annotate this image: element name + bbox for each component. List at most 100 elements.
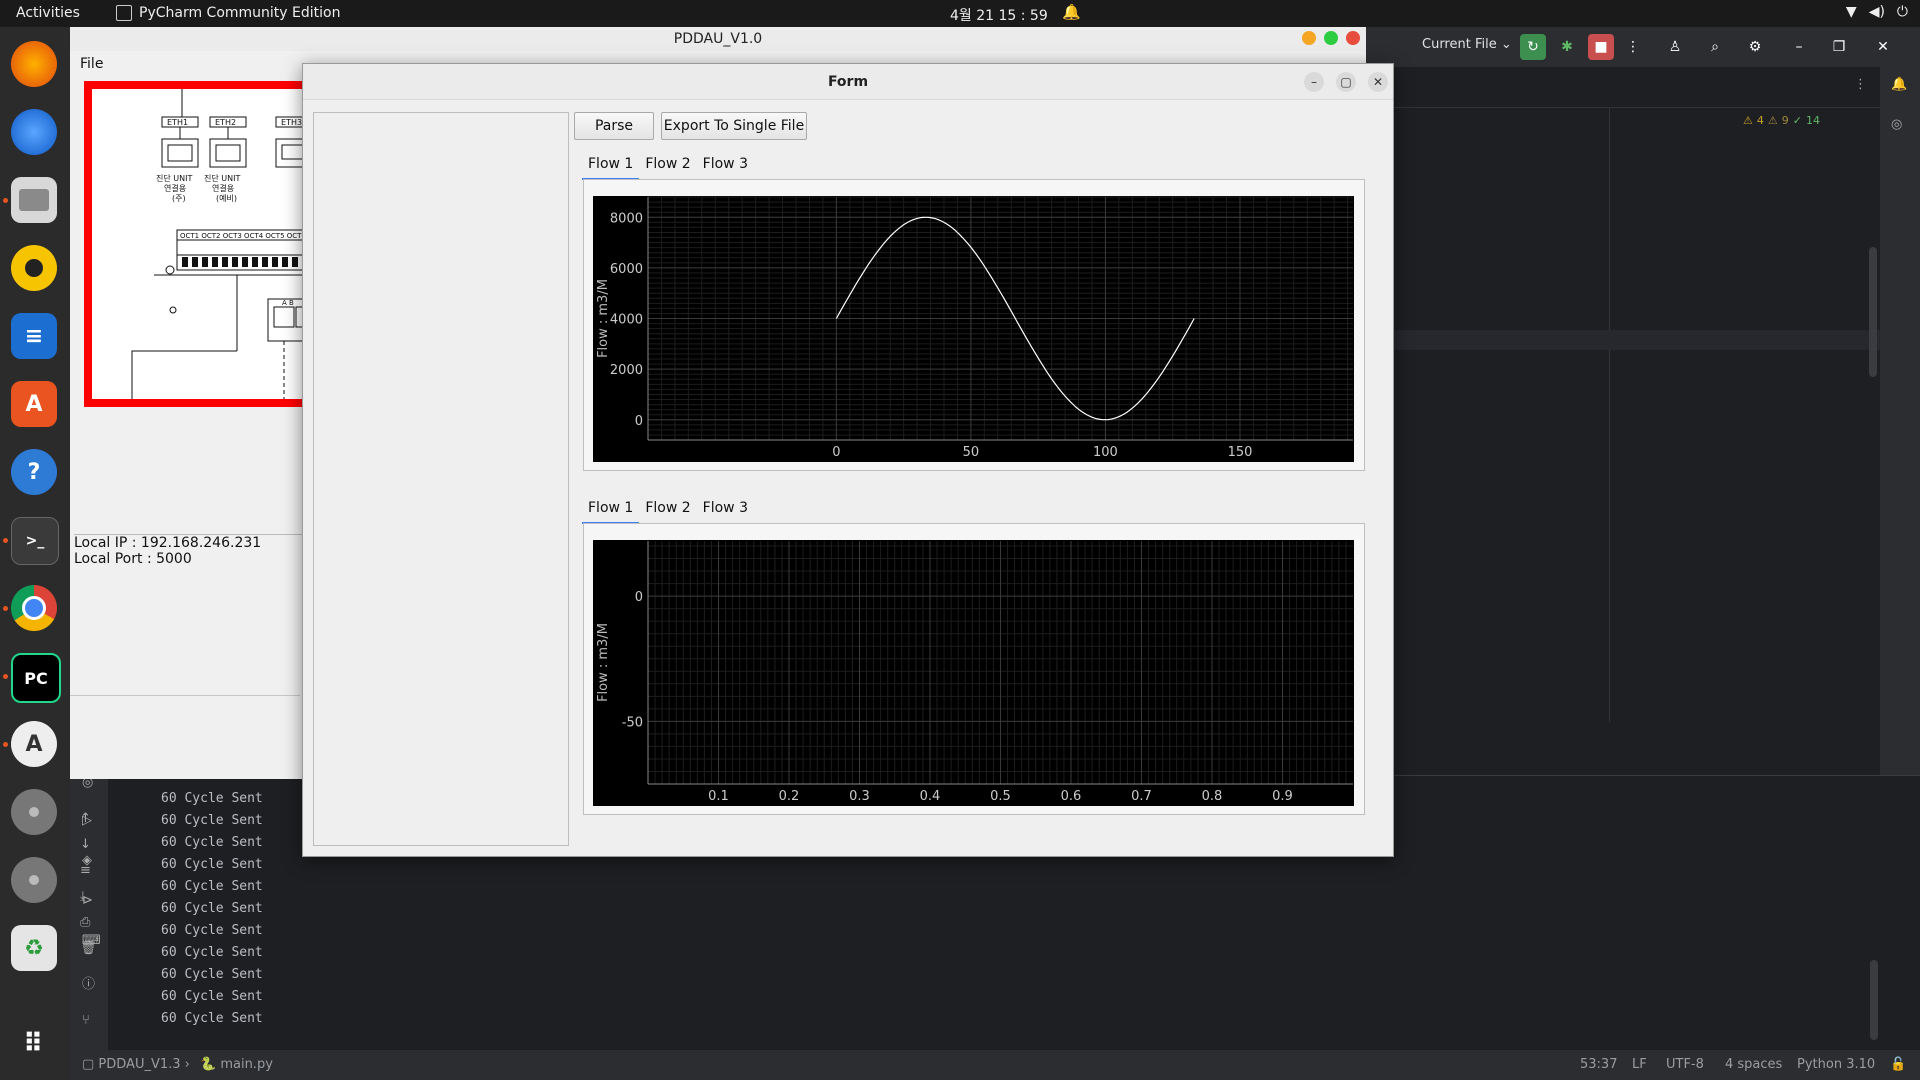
status-project[interactable]: ▢ PDDAU_V1.3 ›: [82, 1057, 190, 1072]
firefox-icon[interactable]: [11, 41, 57, 87]
pddau-divider: [70, 695, 300, 696]
writer-icon[interactable]: ≡: [11, 313, 57, 359]
close-icon[interactable]: ✕: [1368, 72, 1388, 92]
file-menu[interactable]: File: [80, 56, 103, 72]
cursor-position[interactable]: 53:37: [1580, 1057, 1617, 1072]
thunderbird-icon[interactable]: [11, 109, 57, 155]
tab-flow-3-top[interactable]: Flow 3: [697, 154, 754, 180]
right-margin-guide: [1609, 107, 1610, 722]
close-icon[interactable]: ✕: [1870, 34, 1896, 60]
plot-widget-bottom[interactable]: 0.1 0.2 0.3 0.4 0.5 0.6 0.7 0.8 0.9 0 -50 Flow : m3…: [593, 540, 1354, 806]
more-icon[interactable]: ⋮: [1620, 34, 1646, 60]
minimize-icon[interactable]: [1302, 31, 1316, 45]
x-tick-label: 50: [963, 445, 980, 460]
maximize-icon[interactable]: [1324, 31, 1338, 45]
log-line: 60 Cycle Sent: [161, 791, 263, 806]
running-indicator: [3, 742, 8, 747]
close-icon[interactable]: [1346, 31, 1360, 45]
file-list-panel[interactable]: [313, 112, 569, 846]
search-icon[interactable]: ⌕: [1702, 34, 1728, 60]
disc-icon-2[interactable]: [11, 857, 57, 903]
plot-widget-top[interactable]: 0 50 100 150 0 2000 4000 6000 8000 Flow : m3/M: [593, 196, 1354, 462]
plot-frame-top: 0 50 100 150 0 2000 4000 6000 8000 Flow : m3/M: [583, 179, 1365, 471]
app-center-icon[interactable]: A: [11, 381, 57, 427]
lock-icon[interactable]: 🔓: [1890, 1057, 1906, 1072]
activities-button[interactable]: Activities: [16, 5, 80, 21]
editor-scrollbar[interactable]: [1869, 247, 1877, 377]
unit2-label-3: (예비): [216, 193, 237, 203]
problems-icon[interactable]: ⓘ: [82, 973, 95, 992]
connection-info: Local IP : 192.168.246.231 Local Port : …: [74, 534, 304, 567]
rhythmbox-icon[interactable]: [11, 245, 57, 291]
y-tick-label: 2000: [610, 363, 643, 378]
warning-icon: ⚠: [1743, 114, 1753, 127]
log-line: 60 Cycle Sent: [161, 989, 263, 1004]
files-icon[interactable]: [11, 177, 57, 223]
current-line-highlight: [1367, 330, 1920, 350]
disc-icon[interactable]: [11, 789, 57, 835]
unit1-label-2: 연결용: [164, 183, 186, 193]
export-button[interactable]: Export To Single File: [661, 112, 807, 140]
tab-flow-2-bottom[interactable]: Flow 2: [639, 498, 696, 524]
x-tick-label: 0.2: [779, 789, 800, 804]
weak-warning-count: 9: [1781, 114, 1789, 127]
code-with-me-icon[interactable]: ♙: [1662, 34, 1688, 60]
device-diagram: ETH1 ETH2 ETH3 진단 UNIT 연결용 (주) 진단 UNIT 연…: [84, 81, 330, 407]
pycharm-toolbar: Current File ⌄ ↻ ✱ ■ ⋮ ♙ ⌕ ⚙ – ❐ ✕: [1366, 27, 1920, 67]
trash-icon[interactable]: ♻: [11, 925, 57, 971]
notifications-icon[interactable]: 🔔: [1891, 77, 1907, 92]
pycharm-small-icon: [116, 5, 132, 21]
chrome-icon[interactable]: [11, 585, 57, 631]
tab-flow-1-top[interactable]: Flow 1: [582, 154, 640, 180]
line-separator[interactable]: LF: [1632, 1057, 1647, 1072]
restore-icon[interactable]: ❐: [1826, 34, 1852, 60]
layers-icon[interactable]: ◈: [82, 853, 92, 868]
notification-bell-icon[interactable]: 🔔: [1062, 3, 1081, 21]
maximize-icon[interactable]: ▢: [1336, 72, 1356, 92]
parse-button[interactable]: Parse: [574, 112, 654, 140]
show-apps-icon[interactable]: ⠿: [11, 1021, 57, 1067]
stop-icon[interactable]: ■: [1588, 34, 1614, 60]
terminal-icon[interactable]: >_: [11, 517, 59, 565]
eth2-label: ETH2: [215, 118, 236, 127]
clock[interactable]: 4월 21 15 : 59: [950, 5, 1048, 25]
run-scrollbar[interactable]: [1870, 960, 1878, 1040]
help-icon[interactable]: ?: [11, 449, 57, 495]
minimize-icon[interactable]: –: [1304, 72, 1324, 92]
file-encoding[interactable]: UTF-8: [1666, 1057, 1704, 1072]
tab-flow-1-bottom[interactable]: Flow 1: [582, 498, 640, 524]
x-tick-label: 0.8: [1202, 789, 1223, 804]
ai-assistant-icon[interactable]: ◎: [1891, 117, 1902, 132]
settings-gear-icon[interactable]: ⚙: [1742, 34, 1768, 60]
x-tick-label: 100: [1093, 445, 1118, 460]
software-updater-icon[interactable]: A: [11, 721, 57, 767]
unit2-label-2: 연결용: [212, 183, 234, 193]
run-config-label: Current File: [1422, 37, 1497, 52]
tab-flow-3-bottom[interactable]: Flow 3: [697, 498, 754, 524]
tab-options-icon[interactable]: ⋮: [1854, 77, 1867, 92]
rerun-icon[interactable]: ↻: [1520, 34, 1546, 60]
debug-icon[interactable]: ✱: [1554, 34, 1580, 60]
system-tray[interactable]: ▼ ◀) ⏻: [1846, 4, 1908, 20]
file-name: main.py: [220, 1057, 273, 1072]
terminal-tool-icon[interactable]: ⌨: [82, 933, 101, 948]
git-icon[interactable]: ⑂: [82, 1013, 90, 1028]
interpreter[interactable]: Python 3.10: [1797, 1057, 1875, 1072]
local-ip: Local IP : 192.168.246.231: [74, 535, 262, 551]
run-config-selector[interactable]: Current File ⌄: [1422, 37, 1512, 52]
y-axis-label: Flow : m3/M: [596, 623, 611, 702]
app-menu[interactable]: PyCharm Community Edition: [116, 5, 340, 21]
status-file[interactable]: 🐍 main.py: [200, 1057, 273, 1072]
inspection-widget[interactable]: ⚠ 4 ⚠ 9 ✓ 14: [1743, 114, 1820, 127]
x-tick-label: 0.4: [920, 789, 941, 804]
run-icon[interactable]: ▷: [82, 813, 92, 828]
pycharm-editor[interactable]: ⋮ ⚠ 4 ⚠ 9 ✓ 14: [1366, 67, 1920, 722]
tab-flow-2-top[interactable]: Flow 2: [639, 154, 696, 180]
plot-frame-bottom: 0.1 0.2 0.3 0.4 0.5 0.6 0.7 0.8 0.9 0 -50 Flow : m3…: [583, 523, 1365, 815]
log-line: 60 Cycle Sent: [161, 901, 263, 916]
indent-setting[interactable]: 4 spaces: [1725, 1057, 1782, 1072]
minimize-icon[interactable]: –: [1786, 34, 1812, 60]
services-icon[interactable]: ⊳: [82, 893, 93, 908]
pycharm-icon[interactable]: PC: [11, 653, 61, 703]
local-port: Local Port : 5000: [74, 551, 192, 567]
